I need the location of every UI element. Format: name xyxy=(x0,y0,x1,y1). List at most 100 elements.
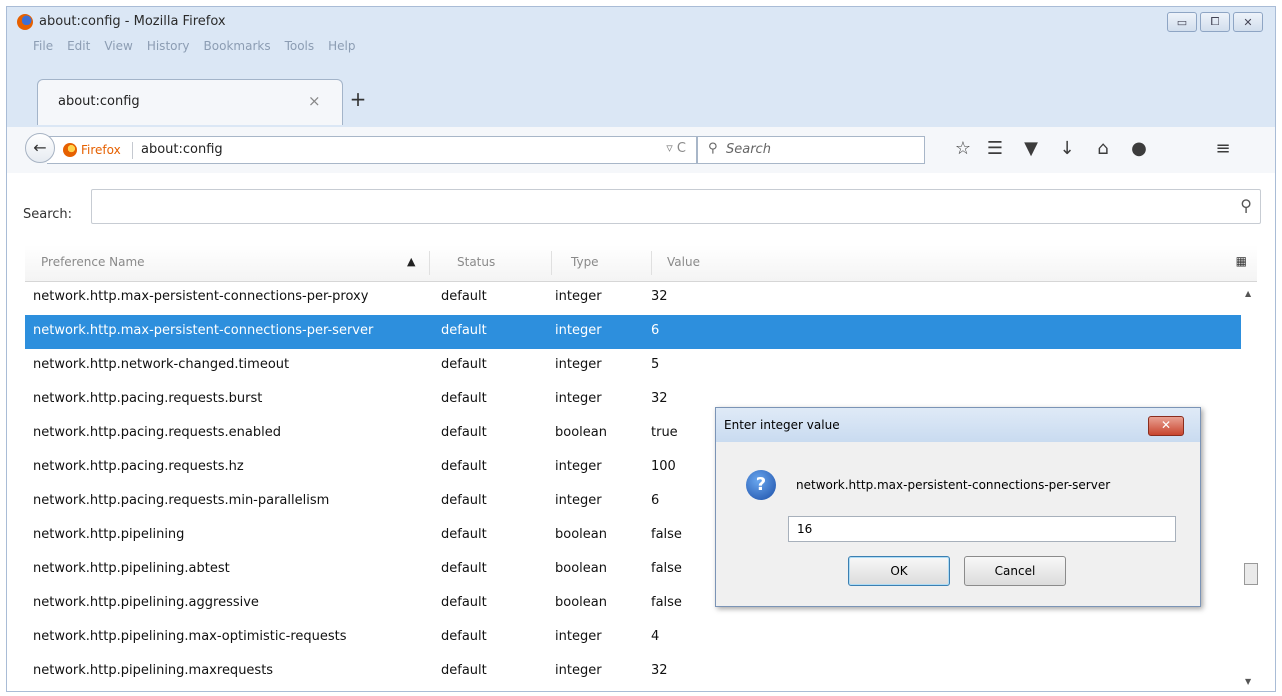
pref-status: default xyxy=(441,663,487,678)
pref-value: 6 xyxy=(651,493,660,508)
reading-list-icon[interactable]: ☰ xyxy=(983,138,1007,159)
column-value[interactable]: Value xyxy=(667,255,700,269)
menu-bookmarks[interactable]: Bookmarks xyxy=(204,39,271,53)
pref-status: default xyxy=(441,323,487,338)
menu-view[interactable]: View xyxy=(104,39,132,53)
scroll-down-arrow-icon[interactable]: ▼ xyxy=(1245,677,1251,686)
column-preference-name[interactable]: Preference Name xyxy=(41,255,145,269)
pref-status: default xyxy=(441,493,487,508)
url-separator xyxy=(132,142,133,159)
sort-ascending-icon: ▲ xyxy=(407,255,416,268)
table-row[interactable]: network.http.network-changed.timeout def… xyxy=(25,349,1241,383)
pref-name: network.http.max-persistent-connections-… xyxy=(33,323,374,338)
pref-name: network.http.pacing.requests.enabled xyxy=(33,425,281,440)
column-status[interactable]: Status xyxy=(457,255,495,269)
menu-edit[interactable]: Edit xyxy=(67,39,90,53)
download-icon[interactable]: ↓ xyxy=(1055,138,1079,159)
url-text[interactable]: about:config xyxy=(141,142,223,157)
pref-status: default xyxy=(441,289,487,304)
dialog-message: network.http.max-persistent-connections-… xyxy=(796,478,1111,492)
column-divider[interactable] xyxy=(429,251,430,275)
dialog-close-button[interactable]: ✕ xyxy=(1148,416,1184,436)
pref-status: default xyxy=(441,459,487,474)
pref-name: network.http.pipelining.aggressive xyxy=(33,595,259,610)
menu-icon[interactable]: ≡ xyxy=(1211,138,1235,159)
table-row-selected[interactable]: network.http.max-persistent-connections-… xyxy=(25,315,1241,349)
table-row[interactable]: network.http.max-persistent-connections-… xyxy=(25,281,1241,315)
dialog-title: Enter integer value xyxy=(724,418,840,432)
menu-bar: File Edit View History Bookmarks Tools H… xyxy=(33,39,356,53)
home-icon[interactable]: ⌂ xyxy=(1091,138,1115,159)
pref-status: default xyxy=(441,357,487,372)
pref-name: network.http.pacing.requests.min-paralle… xyxy=(33,493,330,508)
pref-name: network.http.pipelining.max-optimistic-r… xyxy=(33,629,347,644)
identity-label[interactable]: Firefox xyxy=(81,143,121,157)
pref-name: network.http.pacing.requests.hz xyxy=(33,459,244,474)
web-search-input[interactable]: ⚲ Search xyxy=(697,136,925,164)
maximize-button[interactable]: ⧠ xyxy=(1200,12,1230,32)
star-icon[interactable]: ☆ xyxy=(951,138,975,159)
column-picker-icon[interactable]: ▦ xyxy=(1236,254,1247,268)
new-tab-button[interactable]: + xyxy=(345,87,371,111)
ok-button[interactable]: OK xyxy=(848,556,950,586)
window-controls: ▭ ⧠ ✕ xyxy=(1167,12,1263,32)
menu-tools[interactable]: Tools xyxy=(285,39,315,53)
menu-file[interactable]: File xyxy=(33,39,53,53)
pref-value: 32 xyxy=(651,289,668,304)
pref-name: network.http.pipelining.abtest xyxy=(33,561,230,576)
config-search-input[interactable]: ⚲ xyxy=(91,189,1261,224)
pref-value: 5 xyxy=(651,357,660,372)
scrollbar-thumb[interactable] xyxy=(1244,563,1258,585)
pref-status: default xyxy=(441,595,487,610)
pref-name: network.http.pacing.requests.burst xyxy=(33,391,263,406)
tab-about-config[interactable]: about:config × xyxy=(37,79,343,125)
pref-type: integer xyxy=(555,459,602,474)
pref-status: default xyxy=(441,391,487,406)
pref-type: integer xyxy=(555,493,602,508)
table-row[interactable]: network.http.pipelining.max-optimistic-r… xyxy=(25,621,1241,655)
url-bar[interactable]: Firefox about:config ▿ C xyxy=(47,136,697,164)
config-search-label: Search: xyxy=(23,207,73,222)
pref-type: boolean xyxy=(555,561,607,576)
tab-close-icon[interactable]: × xyxy=(308,92,321,110)
pref-status: default xyxy=(441,561,487,576)
hello-icon[interactable]: ● xyxy=(1127,138,1151,159)
pref-value: 100 xyxy=(651,459,676,474)
column-divider[interactable] xyxy=(651,251,652,275)
tab-strip: about:config × + xyxy=(7,79,1275,127)
pocket-icon[interactable]: ▼ xyxy=(1019,138,1043,159)
scroll-up-arrow-icon[interactable]: ▲ xyxy=(1245,289,1251,298)
search-placeholder: Search xyxy=(726,142,771,157)
menu-history[interactable]: History xyxy=(147,39,190,53)
navigation-toolbar: Firefox about:config ▿ C ← ⚲ Search ☆ ☰ … xyxy=(7,127,1275,174)
pref-status: default xyxy=(441,629,487,644)
pref-value: 4 xyxy=(651,629,660,644)
pref-type: integer xyxy=(555,289,602,304)
minimize-button[interactable]: ▭ xyxy=(1167,12,1197,32)
pref-name: network.http.pipelining.maxrequests xyxy=(33,663,274,678)
pref-type: integer xyxy=(555,629,602,644)
table-row[interactable]: network.http.pipelining.maxrequests defa… xyxy=(25,655,1241,689)
integer-value-input[interactable] xyxy=(788,516,1176,542)
pref-value: 32 xyxy=(651,391,668,406)
cancel-button[interactable]: Cancel xyxy=(964,556,1066,586)
vertical-scrollbar[interactable]: ▲ ▼ xyxy=(1241,281,1259,691)
firefox-logo-icon xyxy=(17,14,33,30)
pref-status: default xyxy=(441,425,487,440)
pref-value: false xyxy=(651,527,682,542)
enter-integer-dialog: Enter integer value ✕ ? network.http.max… xyxy=(715,407,1201,607)
column-type[interactable]: Type xyxy=(571,255,599,269)
pref-type: integer xyxy=(555,357,602,372)
column-divider[interactable] xyxy=(551,251,552,275)
title-bar: about:config - Mozilla Firefox ▭ ⧠ ✕ xyxy=(7,7,1275,37)
menu-help[interactable]: Help xyxy=(328,39,355,53)
tab-label: about:config xyxy=(58,94,140,109)
pref-type: boolean xyxy=(555,425,607,440)
pref-value: true xyxy=(651,425,678,440)
pref-type: integer xyxy=(555,391,602,406)
pref-type: integer xyxy=(555,663,602,678)
back-button[interactable]: ← xyxy=(25,133,55,163)
reload-icon[interactable]: ▿ C xyxy=(666,141,686,156)
identity-firefox-icon xyxy=(63,143,77,157)
close-window-button[interactable]: ✕ xyxy=(1233,12,1263,32)
